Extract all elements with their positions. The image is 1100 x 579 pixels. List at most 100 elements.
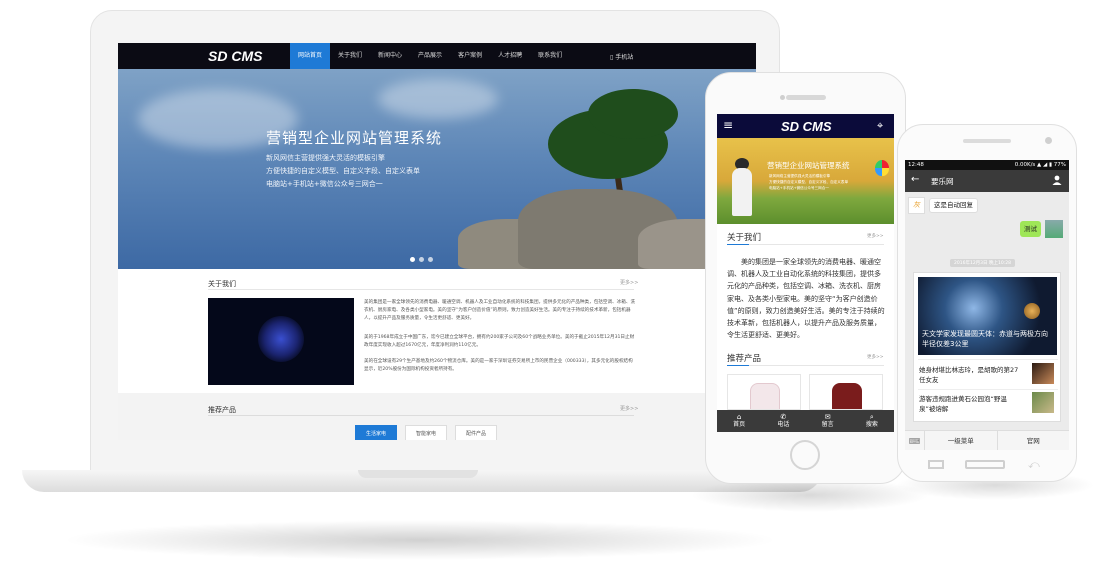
banner-line-1: 新风网络主营提供强大灵活的模板引擎 [769, 174, 831, 178]
search-icon: ⌕ [869, 413, 874, 421]
banner-line-2: 方便快捷的自定义模型、自定义字段、自定义表单 [769, 180, 849, 184]
heading-underline [727, 244, 749, 245]
menu-level-one[interactable]: 一级菜单 [925, 431, 998, 450]
official-account-avatar[interactable]: 灰 [908, 197, 925, 214]
nav-item-cases[interactable]: 客户案例 [450, 43, 490, 69]
balloon-icon [875, 160, 889, 176]
nav-item-about[interactable]: 关于我们 [330, 43, 370, 69]
desktop-logo[interactable]: SD CMS [208, 48, 262, 64]
wechat-bottom-menu: ⌨ 一级菜单 官网 [905, 430, 1069, 450]
product-card[interactable] [809, 374, 883, 410]
carousel-dot[interactable] [410, 257, 415, 262]
nav-item-contact[interactable]: 联系我们 [530, 43, 570, 69]
tree-canopy [588, 89, 678, 139]
status-indicators: 0.00K/s ▲ ◢ ▮ 77% [1014, 162, 1066, 168]
back-arrow-icon[interactable]: ← [911, 174, 919, 185]
carousel-dot[interactable] [419, 257, 424, 262]
hero-line-3: 电脑站+手机站+微信公众号三网合一 [266, 180, 383, 188]
footer-message-label: 留言 [821, 421, 834, 428]
news-card[interactable]: 天文学家发现最圆天体：赤道与两极方向半径仅差3公里 她身材堪比林志玲，是胡歌的第… [913, 272, 1061, 422]
footer-search[interactable]: ⌕ 搜索 [850, 410, 894, 432]
divider [727, 244, 884, 245]
my-avatar[interactable] [1045, 220, 1063, 238]
kettle-image [832, 383, 862, 409]
products-more-link[interactable]: 更多>> [620, 405, 638, 412]
message-icon: ✉ [824, 413, 831, 421]
about-heading: 关于我们 [727, 233, 762, 243]
kid-figure [732, 168, 752, 216]
footer-phone[interactable]: ✆ 电话 [761, 410, 805, 432]
divider [918, 359, 1058, 360]
divider [727, 365, 884, 366]
laptop-notch [358, 470, 478, 478]
planet-image [1024, 303, 1040, 319]
nav-item-products[interactable]: 产品展示 [410, 43, 450, 69]
hero-line-2: 方便快捷的自定义模型、自定义字段、自定义表单 [266, 167, 420, 175]
mobile-footer-bar: ⌂ 首页 ✆ 电话 ✉ 留言 ⌕ 搜索 [717, 410, 894, 432]
news-item-1[interactable]: 她身材堪比林志玲，是胡歌的第27任女友 [919, 365, 1023, 385]
about-heading: 关于我们 [208, 280, 236, 288]
back-nav-icon[interactable]: ⤺ [1028, 459, 1044, 470]
phone-icon: ▯ [610, 54, 614, 61]
tab-smart-appliances[interactable]: 智能家电 [405, 425, 448, 440]
carousel-dots [410, 257, 433, 262]
sent-message-bubble: 测试 [1020, 221, 1041, 237]
divider [208, 415, 634, 416]
nav-item-jobs[interactable]: 人才招聘 [490, 43, 530, 69]
banner-line-3: 电脑站+手机站+微信公众号三网合一 [769, 186, 829, 190]
about-text: 美的集团是一家全球领先的消费电器、暖通空调、机器人及工业自动化系统的科技集团，提… [727, 258, 885, 340]
about-more-link[interactable]: 更多>> [867, 233, 884, 239]
menu-official-site[interactable]: 官网 [998, 431, 1070, 450]
news-item-2[interactable]: 游客违规跑进黄石公园泡“野温泉”被熔解 [919, 394, 1023, 414]
mobile-nav-bar: ≡ SD CMS ⌖ [717, 114, 894, 138]
user-profile-icon[interactable] [1052, 175, 1062, 185]
footer-message[interactable]: ✉ 留言 [806, 410, 850, 432]
phone-speaker [963, 139, 1011, 143]
mobile-site-screen: ≡ SD CMS ⌖ 营销型企业网站管理系统 新风网络主营提供强大灵活的模板引擎… [717, 114, 894, 432]
tab-accessories[interactable]: 配件产品 [455, 425, 498, 440]
divider [918, 389, 1058, 390]
home-button[interactable] [790, 440, 820, 470]
news-thumbnail [1032, 363, 1054, 384]
wechat-screen: 12:48 0.00K/s ▲ ◢ ▮ 77% ← 要乐网 灰 这是自动回复 测… [905, 160, 1069, 450]
product-card[interactable] [727, 374, 801, 410]
hero-title: 营销型企业网站管理系统 [266, 129, 443, 147]
recent-apps-icon[interactable] [928, 460, 944, 469]
menu-icon[interactable]: ≡ [723, 119, 733, 131]
hero-line-1: 新风网信主营提供强大灵活的模板引擎 [266, 154, 385, 162]
home-nav-icon[interactable] [965, 460, 1005, 469]
news-headline: 天文学家发现最圆天体：赤道与两极方向半径仅差3公里 [922, 330, 1048, 348]
banner-title: 营销型企业网站管理系统 [767, 161, 850, 170]
product-tabs: 生活家电 智能家电 配件产品 [355, 425, 498, 440]
laptop-shadow [60, 520, 780, 560]
cloud-decoration [378, 79, 498, 119]
desktop-menu: 网站首页 关于我们 新闻中心 产品展示 客户案例 人才招聘 联系我们 [290, 43, 570, 69]
location-pin-icon[interactable]: ⌖ [877, 119, 883, 133]
news-thumbnail [1032, 392, 1054, 413]
heading-underline [727, 365, 749, 366]
products-more-link[interactable]: 更多>> [867, 354, 884, 360]
about-more-link[interactable]: 更多>> [620, 279, 638, 286]
about-paragraph-1: 美的集团是一家全球领先的消费电器、暖通空调、机器人及工业自动化系统的科技集团，提… [364, 300, 636, 321]
mobile-banner[interactable]: 营销型企业网站管理系统 新风网络主营提供强大灵活的模板引擎 方便快捷的自定义模型… [717, 138, 894, 224]
about-video[interactable] [208, 298, 354, 385]
footer-search-label: 搜索 [865, 421, 878, 428]
mobile-logo[interactable]: SD CMS [781, 119, 832, 134]
nav-item-news[interactable]: 新闻中心 [370, 43, 410, 69]
carousel-dot[interactable] [428, 257, 433, 262]
keyboard-icon[interactable]: ⌨ [905, 431, 925, 450]
phone-camera [1045, 137, 1052, 144]
phone-icon: ✆ [780, 413, 787, 421]
auto-reply-bubble: 这是自动回复 [929, 198, 978, 213]
footer-home[interactable]: ⌂ 首页 [717, 410, 761, 432]
mobile-site-link[interactable]: ▯ 手机站 [610, 52, 633, 61]
video-figure [258, 316, 304, 362]
tab-home-appliances[interactable]: 生活家电 [355, 425, 398, 440]
nav-item-home[interactable]: 网站首页 [290, 43, 331, 69]
footer-home-label: 首页 [733, 421, 746, 428]
about-paragraph-2: 美的于1968年成立于中国广东，迄今已建立全球平台，拥有约200家子公司及60个… [364, 335, 635, 348]
products-heading: 推荐产品 [208, 406, 236, 414]
phone-camera [780, 95, 785, 100]
chat-timestamp: 2016年12月3日 晚上10:28 [950, 259, 1015, 267]
products-heading: 推荐产品 [727, 354, 762, 364]
